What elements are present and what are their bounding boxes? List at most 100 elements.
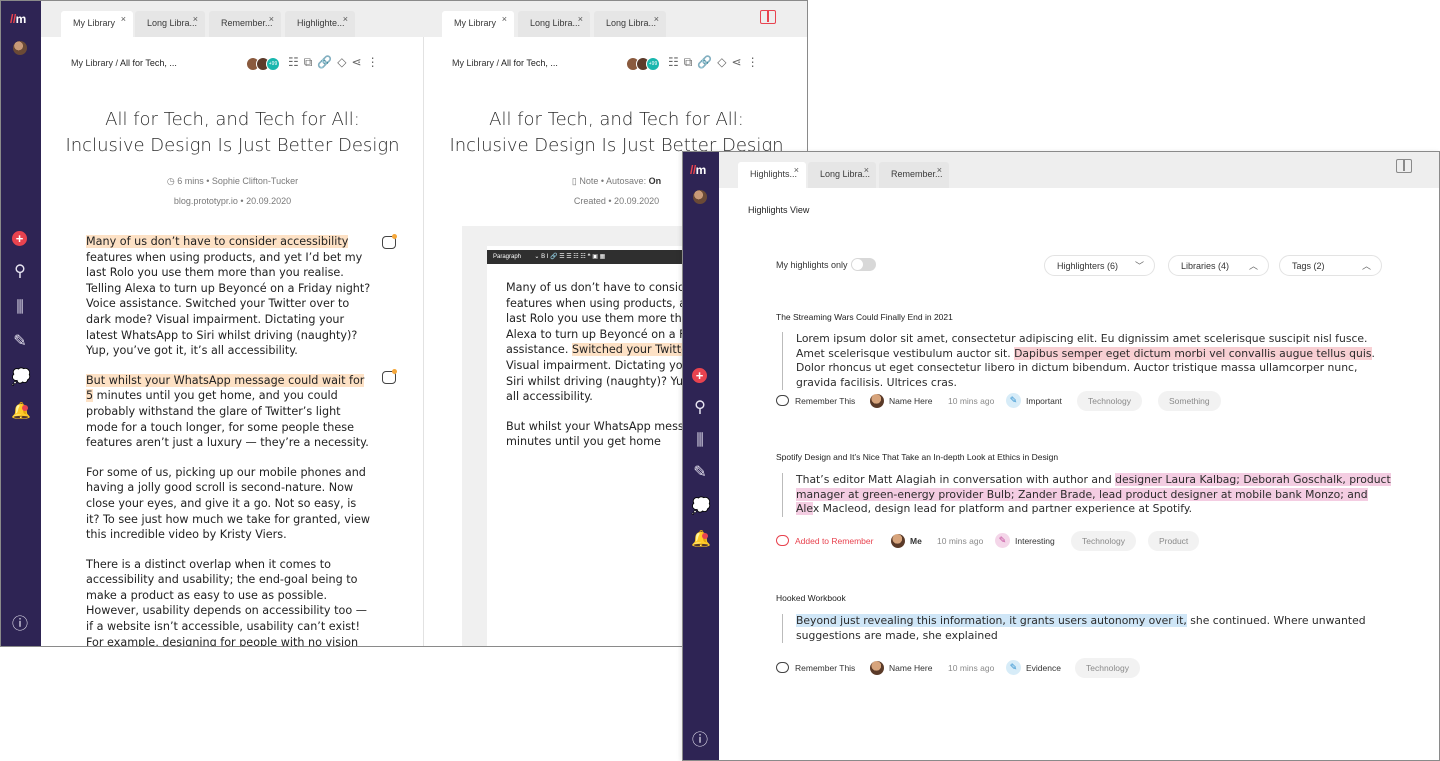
close-icon[interactable]: × (654, 14, 659, 24)
close-icon[interactable]: × (794, 165, 799, 175)
copy-icon[interactable]: ⧉ (684, 55, 698, 69)
clock-icon: ◷ (166, 176, 178, 186)
tab-remember[interactable]: Remember... × (209, 11, 281, 37)
collaborator-avatars[interactable]: +99 (246, 57, 286, 71)
add-icon[interactable]: + (12, 231, 27, 246)
avatar (870, 394, 884, 408)
avatar (891, 534, 905, 548)
highlight-actions: Remember This Name Here 10 mins ago ✎ Im… (776, 391, 1396, 411)
tag-chip[interactable]: Product (1148, 531, 1200, 551)
split-view-icon[interactable] (1396, 159, 1412, 173)
chevron-up-icon: ︿ (1361, 261, 1371, 271)
copy-icon[interactable]: ⧉ (304, 55, 318, 69)
remember-icon[interactable] (776, 395, 789, 406)
remember-button[interactable]: Remember This (795, 658, 855, 678)
tag-icon[interactable]: ◇ (337, 55, 351, 69)
close-icon[interactable]: × (578, 14, 583, 24)
remember-icon[interactable]: 💭 (11, 369, 31, 387)
avatar (870, 661, 884, 675)
tab-highlights[interactable]: Highlights... × (738, 162, 806, 188)
timestamp: 10 mins ago (948, 396, 995, 406)
remember-icon[interactable]: 💭 (691, 498, 711, 516)
help-icon[interactable]: ⓘ (11, 616, 29, 634)
highlight-label[interactable]: Interesting (1015, 531, 1055, 551)
search-icon[interactable]: ⚲ (691, 399, 709, 417)
highlighters-filter[interactable]: Highlighters (6) ﹀ (1044, 255, 1155, 276)
list-icon[interactable]: ☷ (668, 55, 684, 69)
remember-button[interactable]: Remember This (795, 391, 855, 411)
highlight-label[interactable]: Evidence (1026, 658, 1061, 678)
share-icon[interactable]: ⋖ (732, 55, 747, 69)
timestamp: 10 mins ago (937, 536, 984, 546)
my-highlights-label: My highlights only (776, 260, 848, 270)
highlight-source[interactable]: Hooked Workbook (776, 593, 846, 603)
tag-chip[interactable]: Technology (1071, 531, 1137, 551)
link-icon[interactable]: 🔗 (317, 55, 337, 69)
tag-icon[interactable]: ◇ (717, 55, 731, 69)
tag-chip[interactable]: Technology (1075, 658, 1141, 678)
editor-toolbar[interactable]: Paragraph ⌄ B I 🔗 ☰ ☰ ☷ ☷ ❝ ▣ ▦ (487, 250, 687, 264)
app-sidebar: //m + ⚲ ⫼ ✎ 💭 🔔 ⓘ (1, 1, 41, 646)
my-highlights-toggle[interactable] (851, 258, 876, 271)
pen-icon: ✎ (995, 533, 1010, 548)
highlight-source[interactable]: The Streaming Wars Could Finally End in … (776, 312, 953, 322)
close-icon[interactable]: × (937, 165, 942, 175)
highlight[interactable]: Dapibus semper eget dictum morbi vel con… (1014, 346, 1372, 360)
tab-long-library[interactable]: Long Libra... × (135, 11, 205, 37)
remember-icon[interactable] (776, 662, 789, 673)
library-icon[interactable]: ⫼ (11, 299, 29, 317)
breadcrumb[interactable]: My Library / All for Tech, ... (452, 58, 558, 68)
pen-icon[interactable]: ✎ (691, 464, 709, 482)
close-icon[interactable]: × (269, 14, 274, 24)
close-icon[interactable]: × (193, 14, 198, 24)
comment-icon[interactable] (382, 369, 397, 384)
paragraph: Many of us don’t have to consider access… (86, 235, 371, 358)
collaborator-avatars[interactable]: +99 (626, 57, 666, 71)
more-icon[interactable]: ⋮ (367, 55, 384, 69)
user-avatar[interactable] (13, 41, 27, 55)
list-icon[interactable]: ☷ (288, 55, 304, 69)
highlights-window: //m + ⚲ ⫼ ✎ 💭 🔔 ⓘ Highlights... × Long Li… (682, 151, 1440, 761)
article-meta: ◷ 6 mins • Sophie Clifton-Tucker blog.pr… (166, 176, 299, 206)
highlight-source[interactable]: Spotify Design and It’s Nice That Take a… (776, 452, 1058, 462)
add-icon[interactable]: + (692, 368, 707, 383)
close-icon[interactable]: × (864, 165, 869, 175)
app-logo[interactable]: //m (10, 12, 26, 26)
article-toolbar: ☷⧉🔗◇⋖⋮ (668, 55, 764, 70)
user-avatar[interactable] (693, 190, 707, 204)
search-icon[interactable]: ⚲ (11, 263, 29, 281)
tab-long-library[interactable]: Long Libra... × (594, 11, 666, 37)
highlight[interactable]: Beyond just revealing this information, … (796, 614, 1187, 627)
tag-chip[interactable]: Something (1158, 391, 1221, 411)
tab-highlighted[interactable]: Highlighte... × (285, 11, 355, 37)
tag-chip[interactable]: Technology (1077, 391, 1143, 411)
tab-my-library[interactable]: My Library × (61, 11, 133, 37)
tab-my-library[interactable]: My Library × (442, 11, 514, 37)
breadcrumb[interactable]: My Library / All for Tech, ... (71, 58, 177, 68)
close-icon[interactable]: × (121, 14, 126, 24)
library-icon[interactable]: ⫼ (691, 432, 709, 450)
format-buttons[interactable]: ⌄ B I 🔗 ☰ ☰ ☷ ☷ ❝ ▣ ▦ (534, 254, 605, 260)
tab-long-library[interactable]: Long Libra... × (518, 11, 590, 37)
highlight[interactable]: Many of us don’t have to consider access… (86, 235, 349, 248)
chevron-down-icon: ﹀ (1134, 261, 1144, 271)
comment-icon[interactable] (382, 234, 397, 249)
libraries-filter[interactable]: Libraries (4) ︿ (1168, 255, 1269, 276)
split-view-icon[interactable] (760, 10, 776, 24)
close-icon[interactable]: × (502, 14, 507, 24)
tab-remember[interactable]: Remember... × (879, 162, 949, 188)
app-logo[interactable]: //m (690, 163, 706, 177)
link-icon[interactable]: 🔗 (697, 55, 717, 69)
pen-icon[interactable]: ✎ (11, 333, 29, 351)
remember-icon[interactable] (776, 535, 789, 546)
paragraph: For some of us, picking up our mobile ph… (86, 465, 371, 542)
close-icon[interactable]: × (343, 14, 348, 24)
help-icon[interactable]: ⓘ (691, 732, 709, 750)
share-icon[interactable]: ⋖ (352, 55, 367, 69)
remember-button[interactable]: Added to Remember (795, 531, 873, 551)
style-select[interactable]: Paragraph (493, 254, 521, 260)
more-icon[interactable]: ⋮ (747, 55, 764, 69)
highlight-label[interactable]: Important (1026, 391, 1062, 411)
tags-filter[interactable]: Tags (2) ︿ (1279, 255, 1382, 276)
tab-long-library[interactable]: Long Libra... × (808, 162, 876, 188)
